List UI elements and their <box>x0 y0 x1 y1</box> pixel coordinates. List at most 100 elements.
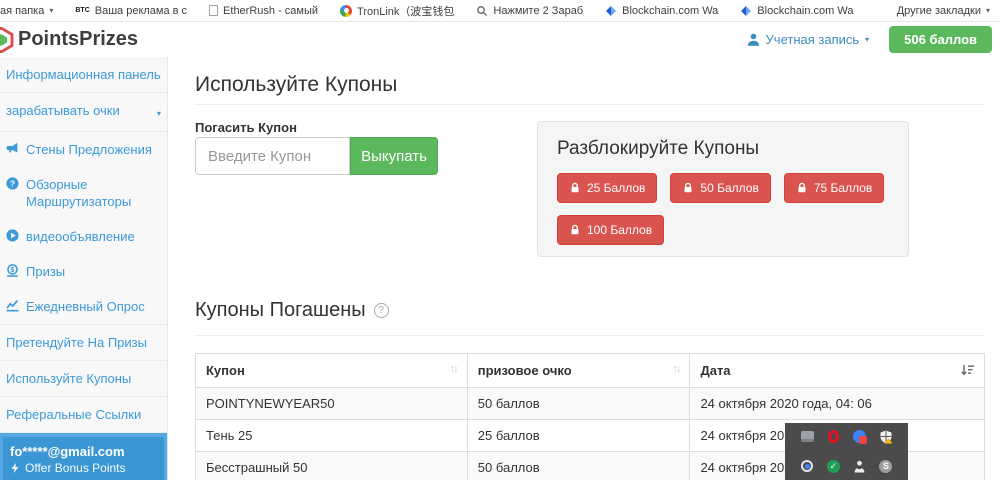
sort-icon: ↑↓ <box>450 363 457 375</box>
coupon-input[interactable] <box>195 137 350 175</box>
notification-item[interactable]: fo*****@gmail.com Offer Bonus Points <box>3 437 164 480</box>
blockchain-icon <box>740 5 752 17</box>
chevron-down-icon: ▾ <box>986 6 990 15</box>
skype-icon[interactable]: S <box>878 459 893 474</box>
sidebar-item-video-ads[interactable]: видеообъявление <box>0 219 167 254</box>
sidebar-item-referral-links[interactable]: Реферальные Ссылки <box>0 397 167 433</box>
svg-text:$: $ <box>11 267 15 274</box>
sidebar-notifications: fo*****@gmail.com Offer Bonus Points 90*… <box>0 433 167 480</box>
chevron-down-icon: ▾ <box>157 105 161 122</box>
redeem-button[interactable]: Выкупать <box>350 137 438 175</box>
points-balance-badge[interactable]: 506 баллов <box>889 26 992 53</box>
chevron-down-icon: ▾ <box>49 6 53 15</box>
person-lock-icon[interactable] <box>852 459 867 474</box>
blockchain-icon <box>605 5 617 17</box>
system-tray-popup: ✓ S <box>785 423 908 480</box>
bookmark-label: TronLink（波宝钱包 <box>357 3 454 19</box>
bookmark-item[interactable]: Blockchain.com Wa <box>605 5 718 17</box>
other-bookmarks-button[interactable]: Другие закладки ▾ <box>897 5 990 17</box>
unlock-50-button[interactable]: 50 Баллов <box>670 173 770 203</box>
sidebar-item-label: Стены Предложения <box>26 141 152 158</box>
bookmark-label: ая папка <box>0 5 44 17</box>
sidebar-item-use-coupons[interactable]: Используйте Купоны <box>0 361 167 397</box>
lock-icon <box>682 182 694 194</box>
cell-points: 50 баллов <box>467 452 690 480</box>
site-logo[interactable]: PointsPrizes <box>0 27 138 53</box>
bookmark-item[interactable]: BTC Ваша реклама в с <box>75 5 187 17</box>
help-icon[interactable]: ? <box>374 303 389 318</box>
divider <box>195 104 985 105</box>
history-section-title: Купоны Погашены ? <box>195 299 389 322</box>
redeem-coupon-label: Погасить Купон <box>195 120 297 135</box>
green-check-icon[interactable]: ✓ <box>826 459 841 474</box>
question-circle-icon: ? <box>6 177 19 190</box>
sidebar-item-prizes[interactable]: $ Призы <box>0 254 167 289</box>
bookmark-folder[interactable]: ая папка ▾ <box>0 5 53 17</box>
app-window-icon[interactable] <box>800 429 815 444</box>
btc-icon: BTC <box>75 7 89 14</box>
svg-text:?: ? <box>10 178 15 188</box>
notification-email: fo*****@gmail.com <box>10 444 157 460</box>
megaphone-icon <box>6 142 19 155</box>
cell-coupon: Тень 25 <box>196 420 468 452</box>
divider <box>195 335 985 336</box>
sidebar-item-earn-points[interactable]: зарабатывать очки ▾ <box>0 93 167 132</box>
column-header-points[interactable]: ↑↓ призовое очко <box>467 354 690 388</box>
column-header-coupon[interactable]: ↑↓ Купон <box>196 354 468 388</box>
bookmark-item[interactable]: EtherRush - самый <box>209 5 318 17</box>
user-icon <box>747 33 760 46</box>
blue-red-app-icon[interactable] <box>852 429 867 444</box>
sidebar-item-label: Претендуйте На Призы <box>6 334 147 351</box>
sidebar: Информационная панель зарабатывать очки … <box>0 57 168 480</box>
bookmark-item[interactable]: Нажмите 2 Зараб <box>476 5 583 17</box>
bookmark-item[interactable]: Blockchain.com Wa <box>740 5 853 17</box>
sidebar-item-label: Используйте Купоны <box>6 370 131 387</box>
dollar-circle-icon: $ <box>6 264 19 277</box>
sidebar-item-offer-walls[interactable]: Стены Предложения <box>0 132 167 167</box>
unlock-25-button[interactable]: 25 Баллов <box>557 173 657 203</box>
cell-coupon: POINTYNEWYEAR50 <box>196 388 468 420</box>
sidebar-item-dashboard[interactable]: Информационная панель <box>0 57 167 93</box>
bookmark-label: Ваша реклама в с <box>95 5 187 17</box>
lock-icon <box>569 224 581 236</box>
unlock-buttons: 25 Баллов 50 Баллов 75 Баллов 100 Баллов <box>557 173 889 245</box>
other-bookmarks-label: Другие закладки <box>897 5 981 17</box>
screen: ая папка ▾ BTC Ваша реклама в с EtherRus… <box>0 0 1000 480</box>
bookmarks-bar: ая папка ▾ BTC Ваша реклама в с EtherRus… <box>0 0 1000 22</box>
sidebar-item-survey-routers[interactable]: ? Обзорные Маршрутизаторы <box>0 167 167 219</box>
sidebar-item-label: Информационная панель <box>6 66 161 83</box>
sidebar-item-label: зарабатывать очки <box>6 102 120 119</box>
bookmark-item[interactable]: TronLink（波宝钱包 <box>340 3 454 19</box>
main-content: Используйте Купоны Погасить Купон Выкупа… <box>168 57 1000 480</box>
page-icon <box>209 5 218 16</box>
chrome-icon <box>340 5 352 17</box>
sidebar-item-daily-poll[interactable]: Ежедневный Опрос <box>0 289 167 325</box>
table-row: POINTYNEWYEAR50 50 баллов 24 октября 202… <box>196 388 985 420</box>
opera-icon[interactable] <box>826 429 841 444</box>
defender-shield-icon[interactable] <box>878 429 893 444</box>
ring-dot-icon[interactable] <box>800 459 815 474</box>
lock-icon <box>796 182 808 194</box>
sidebar-item-label: Призы <box>26 263 65 280</box>
redeem-input-group: Выкупать <box>195 137 438 175</box>
column-header-date[interactable]: Дата <box>690 354 985 388</box>
sidebar-item-claim-prizes[interactable]: Претендуйте На Призы <box>0 325 167 361</box>
sidebar-item-label: видеообъявление <box>26 228 135 245</box>
sidebar-item-label: Реферальные Ссылки <box>6 406 141 423</box>
unlock-100-button[interactable]: 100 Баллов <box>557 215 664 245</box>
sort-icon: ↑↓ <box>672 363 679 375</box>
bookmark-label: EtherRush - самый <box>223 5 318 17</box>
unlock-panel-title: Разблокируйте Купоны <box>557 138 889 160</box>
unlock-75-button[interactable]: 75 Баллов <box>784 173 884 203</box>
cell-points: 25 баллов <box>467 420 690 452</box>
cell-coupon: Бесстрашный 50 <box>196 452 468 480</box>
lightning-icon <box>10 462 20 474</box>
line-chart-icon <box>6 299 19 312</box>
account-menu[interactable]: Учетная запись ▾ <box>747 32 870 47</box>
bookmark-label: Нажмите 2 Зараб <box>493 5 583 17</box>
page-title: Используйте Купоны <box>195 73 397 97</box>
play-circle-icon <box>6 229 19 242</box>
cell-date: 24 октября 2020 года, 04: 06 <box>690 388 985 420</box>
cell-points: 50 баллов <box>467 388 690 420</box>
table-header-row: ↑↓ Купон ↑↓ призовое очко Дата <box>196 354 985 388</box>
